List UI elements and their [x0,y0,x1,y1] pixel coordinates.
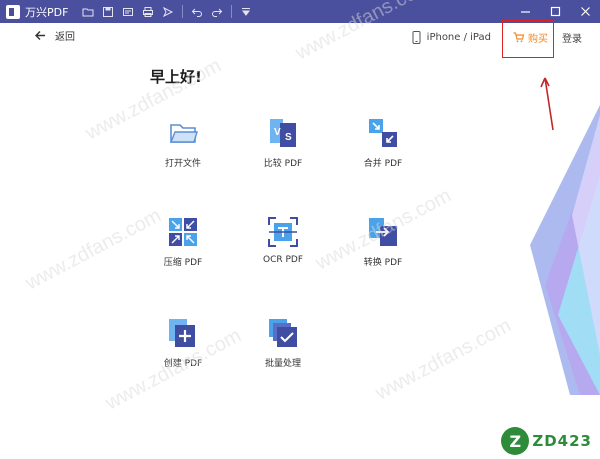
folder-icon[interactable] [78,0,98,23]
header-actions: iPhone / iPad 购买 登录 [412,20,582,58]
brand-logo-text: ZD423 [532,432,592,450]
app-title: 万兴PDF [25,5,69,19]
tool-open-file[interactable]: 打开文件 [138,116,228,169]
menu-icon[interactable] [236,0,256,23]
merge-icon [369,119,397,147]
svg-text:V: V [274,127,281,138]
tool-label: 转换 PDF [363,258,403,268]
compress-icon [169,218,197,246]
toolbar-divider [231,5,233,18]
compare-icon: V S [270,119,296,147]
create-icon [169,319,195,347]
device-label: iPhone / iPad [426,32,491,43]
batch-icon [269,319,297,347]
device-link[interactable]: iPhone / iPad [412,31,491,44]
greeting-heading: 早上好! [150,68,202,86]
tool-label: 批量处理 [264,359,301,369]
tool-label: OCR PDF [262,255,304,265]
tool-compare-pdf[interactable]: V S 比较 PDF [238,116,328,169]
phone-icon [412,31,421,44]
tool-batch-process[interactable]: 批量处理 [238,316,328,369]
tool-ocr-pdf[interactable]: OCR PDF [238,215,328,265]
tool-label: 合并 PDF [363,159,403,169]
tool-compress-pdf[interactable]: 压缩 PDF [138,215,228,268]
buy-highlight-box [502,20,554,58]
undo-icon[interactable] [187,0,207,23]
back-button[interactable]: 返回 [34,28,75,43]
pdf-icon[interactable] [118,0,138,23]
tool-label: 创建 PDF [163,359,203,369]
tool-label: 比较 PDF [263,159,303,169]
login-link[interactable]: 登录 [562,30,582,45]
share-icon[interactable] [158,0,178,23]
brand-logo: Z ZD423 [501,427,592,455]
arrow-left-icon [35,31,45,40]
decorative-ribbons [530,105,600,395]
back-label: 返回 [55,32,75,43]
brand-logo-icon: Z [501,427,530,455]
tool-merge-pdf[interactable]: 合并 PDF [338,116,428,169]
tool-label: 打开文件 [164,159,201,169]
tool-create-pdf[interactable]: 创建 PDF [138,316,228,369]
buy-button[interactable]: 购买 [502,20,554,58]
print-icon[interactable] [138,0,158,23]
open-folder-icon [169,124,198,143]
convert-icon [369,218,397,246]
svg-text:S: S [285,132,292,143]
app-logo-icon [6,4,20,19]
save-icon[interactable] [98,0,118,23]
toolbar-divider [182,5,184,18]
redo-icon[interactable] [207,0,227,23]
watermark-text: www.zdfans.com [371,315,515,405]
tool-convert-pdf[interactable]: 转换 PDF [338,215,428,268]
ocr-icon [268,217,298,247]
close-icon[interactable] [570,0,600,23]
tool-label: 压缩 PDF [163,258,203,268]
